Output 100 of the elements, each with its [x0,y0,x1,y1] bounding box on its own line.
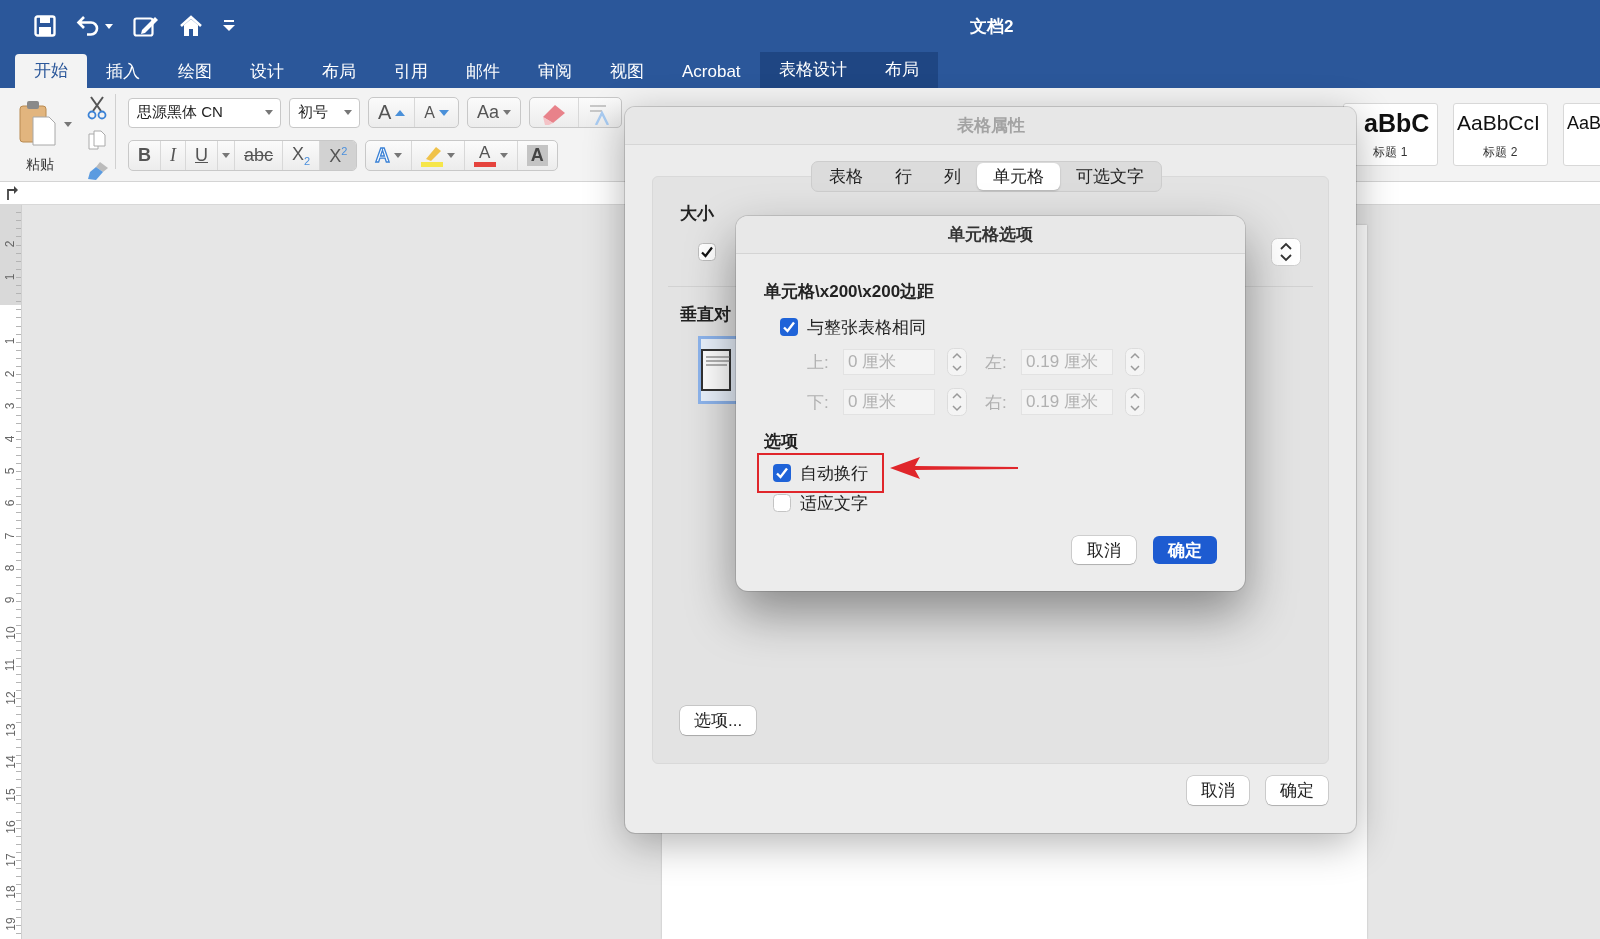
dialog-tab[interactable]: 单元格 [977,163,1060,190]
format-button[interactable]: B [129,141,161,170]
ribbon-tab[interactable]: 设计 [231,56,303,88]
ruler-number: 7 [4,532,17,540]
triangle-down-icon [439,109,449,116]
caret-icon[interactable] [446,153,455,158]
caret-icon[interactable] [222,153,230,158]
scissors-icon[interactable] [86,96,108,120]
paste-label[interactable]: 粘贴 [26,156,54,174]
ruler-number: 8 [4,564,17,572]
page-lines-icon [701,349,731,391]
ruler-number: 15 [4,788,17,802]
section-heading: 大小 [680,203,715,225]
checkbox-label: 与整张表格相同 [807,316,926,339]
indent-arrow-icon[interactable] [6,186,18,200]
font-size-field[interactable]: 初号 [289,97,360,128]
home-icon[interactable] [179,15,203,37]
edit-document-icon[interactable] [133,15,159,37]
ruler-number: 2 [4,240,17,248]
field-label: 左: [985,351,1008,374]
dialog-button[interactable]: 确定 [1153,536,1217,564]
checkbox[interactable] [698,243,716,261]
caret-icon[interactable] [64,122,72,127]
ribbon-tab[interactable]: 引用 [375,56,447,88]
caret-icon[interactable] [393,153,402,158]
font-tool-button[interactable]: A [415,98,458,127]
window-title: 文档2 [970,15,1014,38]
ruler-number: 19 [4,917,17,932]
format-button[interactable]: abc [235,141,284,170]
ruler-number: 5 [4,467,17,475]
caret-icon[interactable] [344,110,352,115]
caret-icon[interactable] [265,110,273,115]
style-option[interactable]: AaB [1563,103,1600,166]
stepper-icon[interactable] [947,388,967,416]
dialog-button[interactable]: 取消 [1187,776,1249,805]
ruler-number: 1 [4,273,17,280]
field-label: 右: [985,391,1008,414]
dialog-button[interactable]: 确定 [1266,776,1328,805]
ruler-number: 3 [4,402,17,410]
section-heading: 选项 [764,431,798,453]
field-label: 下: [807,391,830,414]
dialog-tab[interactable]: 列 [928,163,977,190]
paintbrush-icon[interactable] [86,160,110,181]
ribbon-tab[interactable]: Acrobat [663,56,760,88]
ribbon-tab[interactable]: 布局 [865,52,938,88]
dialog-tab[interactable]: 表格 [813,163,879,190]
undo-icon[interactable] [76,15,100,37]
format-button[interactable]: I [161,141,186,170]
format-button[interactable]: U [186,141,218,170]
dialog-tab[interactable]: 可选文字 [1060,163,1160,190]
format-button[interactable]: X$^{2}$ [320,141,357,170]
ribbon-tab[interactable]: 绘图 [159,56,231,88]
font-name-field[interactable]: 思源黑体 CN [128,97,281,128]
stepper-icon[interactable] [1125,348,1145,376]
caret-icon[interactable] [503,110,512,115]
ruler-number: 12 [4,691,17,705]
stepper-icon[interactable] [947,348,967,376]
triangle-up-icon [395,109,406,116]
ruler-number: 17 [4,852,17,867]
ruler-number: 2 [4,370,17,378]
ruler-number: 14 [4,755,17,770]
checkbox-label: 自动换行 [800,462,868,485]
stepper-icon[interactable] [1125,388,1145,416]
ruler-number: 4 [4,435,17,442]
ribbon-tab[interactable]: 布局 [303,56,375,88]
ribbon-tab[interactable]: 开始 [15,54,87,88]
customize-icon[interactable] [223,20,235,32]
ribbon-tab[interactable]: 邮件 [447,56,519,88]
ribbon-tab[interactable]: 插入 [87,56,159,88]
ribbon-tab[interactable]: 表格设计 [759,52,866,88]
ruler-number: 18 [4,885,17,899]
ruler-number: 10 [4,626,17,640]
ruler-number: 1 [4,338,17,345]
shading-button[interactable]: A [517,141,557,170]
font-color-button[interactable]: A [464,141,518,170]
ruler-number: 13 [4,723,17,737]
dialog-title: 表格属性 [956,115,1025,137]
dialog-tab[interactable]: 行 [879,163,928,190]
ribbon-tab[interactable]: 审阅 [519,56,591,88]
caret-icon[interactable] [499,153,508,158]
dropdown-icon[interactable] [1271,238,1301,266]
checkbox[interactable] [773,464,791,482]
dialog-title: 单元格选项 [948,224,1033,246]
ruler-number: 6 [4,499,17,507]
options-button[interactable]: 选项... [680,706,757,735]
checkbox[interactable] [780,318,798,336]
ruler-number: 16 [4,820,17,834]
ruler-number: 9 [4,597,17,604]
paste-icon[interactable] [18,100,58,146]
ribbon-tab[interactable]: 视图 [591,56,663,88]
dialog-button[interactable]: 取消 [1072,536,1136,564]
ruler-number: 11 [4,659,17,672]
style-option[interactable]: AaBbCcI 标题 2 [1453,103,1548,166]
checkbox[interactable] [773,494,791,512]
font-tool-button[interactable]: Aa [468,98,521,127]
font-tool-button[interactable]: A [369,98,416,127]
save-icon[interactable] [34,15,56,37]
section-heading: 垂直对 [680,304,732,326]
caret-icon[interactable] [105,23,113,29]
field-label: 上: [807,351,830,374]
